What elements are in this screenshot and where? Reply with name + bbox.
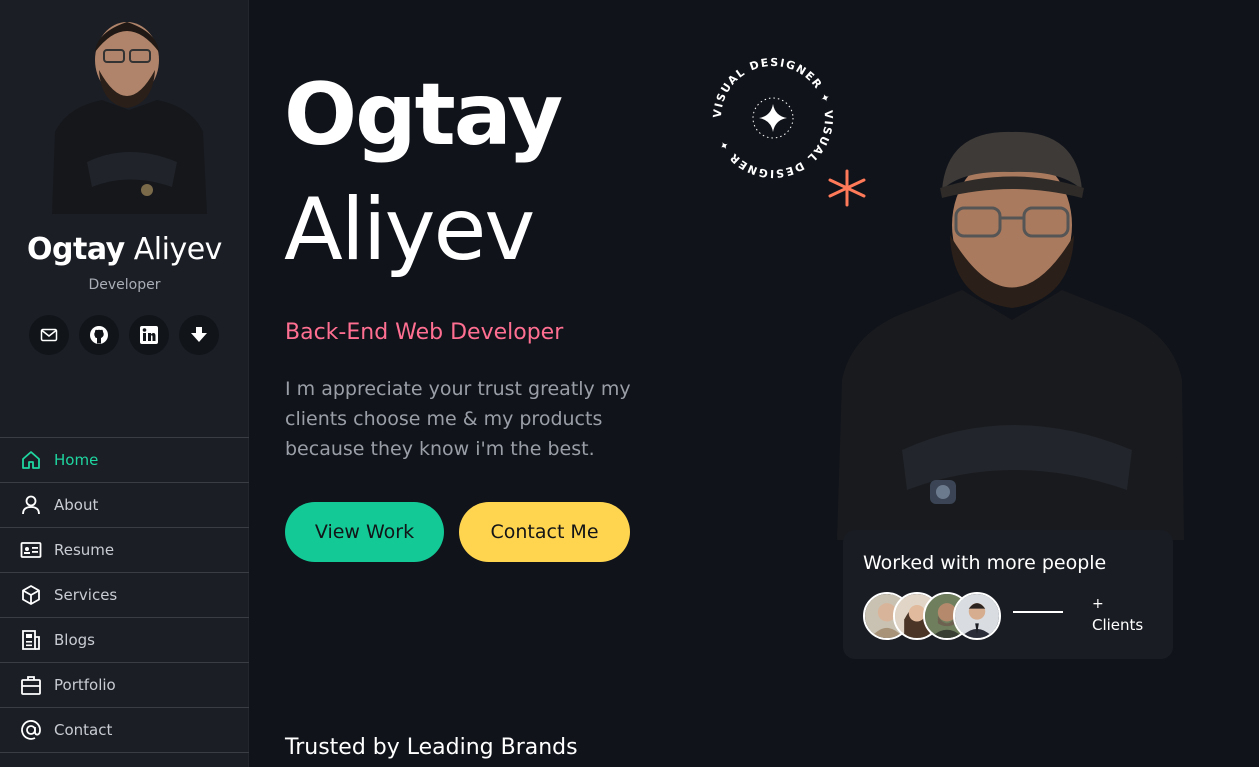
home-icon [20, 449, 42, 471]
cube-icon [20, 584, 42, 606]
briefcase-icon [20, 674, 42, 696]
nav-label-home: Home [54, 451, 99, 469]
sidebar-nav: Home About Resume Services Blogs Portfol… [0, 437, 249, 753]
hero-subtitle: Back-End Web Developer [285, 320, 564, 345]
sidebar: Ogtay Aliyev Developer Home About Resume… [0, 0, 249, 767]
nav-label-about: About [54, 496, 99, 514]
view-work-button[interactable]: View Work [285, 502, 444, 562]
nav-item-services[interactable]: Services [0, 573, 249, 618]
download-link[interactable] [179, 315, 219, 355]
client-avatars [863, 592, 1001, 640]
newspaper-icon [20, 629, 42, 651]
visual-designer-badge: VISUAL DESIGNER ✦ VISUAL DESIGNER ✦ [711, 56, 834, 180]
id-card-icon [20, 539, 42, 561]
sidebar-name: Ogtay Aliyev [0, 232, 249, 267]
linkedin-icon [140, 326, 158, 344]
hero-portrait [837, 131, 1184, 540]
profile-photo [47, 12, 211, 214]
social-links [29, 315, 219, 355]
clients-card-title: Worked with more people [863, 552, 1107, 574]
mail-link[interactable] [29, 315, 69, 355]
nav-item-about[interactable]: About [0, 483, 249, 528]
github-link[interactable] [79, 315, 119, 355]
clients-plus: + [1092, 596, 1104, 612]
clients-card: Worked with more people + Clients [843, 530, 1173, 659]
nav-label-portfolio: Portfolio [54, 676, 116, 694]
linkedin-link[interactable] [129, 315, 169, 355]
trusted-brands-heading: Trusted by Leading Brands [285, 735, 578, 760]
mail-icon [40, 328, 58, 342]
at-icon [20, 719, 42, 741]
nav-label-services: Services [54, 586, 118, 604]
sidebar-last-name: Aliyev [133, 232, 223, 267]
nav-item-resume[interactable]: Resume [0, 528, 249, 573]
star-icon [759, 104, 787, 132]
nav-item-home[interactable]: Home [0, 438, 249, 483]
card-divider-line [1013, 611, 1063, 613]
download-icon [191, 327, 207, 342]
nav-label-contact: Contact [54, 721, 113, 739]
hero-first-name: Ogtay [284, 65, 563, 165]
github-icon [90, 326, 108, 344]
nav-item-blogs[interactable]: Blogs [0, 618, 249, 663]
sidebar-first-name: Ogtay [27, 232, 125, 267]
hero-last-name: Aliyev [284, 180, 535, 280]
contact-me-button[interactable]: Contact Me [459, 502, 630, 562]
nav-item-portfolio[interactable]: Portfolio [0, 663, 249, 708]
avatar [953, 592, 1001, 640]
clients-label: Clients [1092, 616, 1144, 634]
nav-item-contact[interactable]: Contact [0, 708, 249, 753]
user-icon [20, 494, 42, 516]
hero-description: I m appreciate your trust greatly my cli… [285, 378, 631, 460]
nav-label-blogs: Blogs [54, 631, 95, 649]
sidebar-role: Developer [88, 277, 161, 293]
nav-label-resume: Resume [54, 541, 115, 559]
